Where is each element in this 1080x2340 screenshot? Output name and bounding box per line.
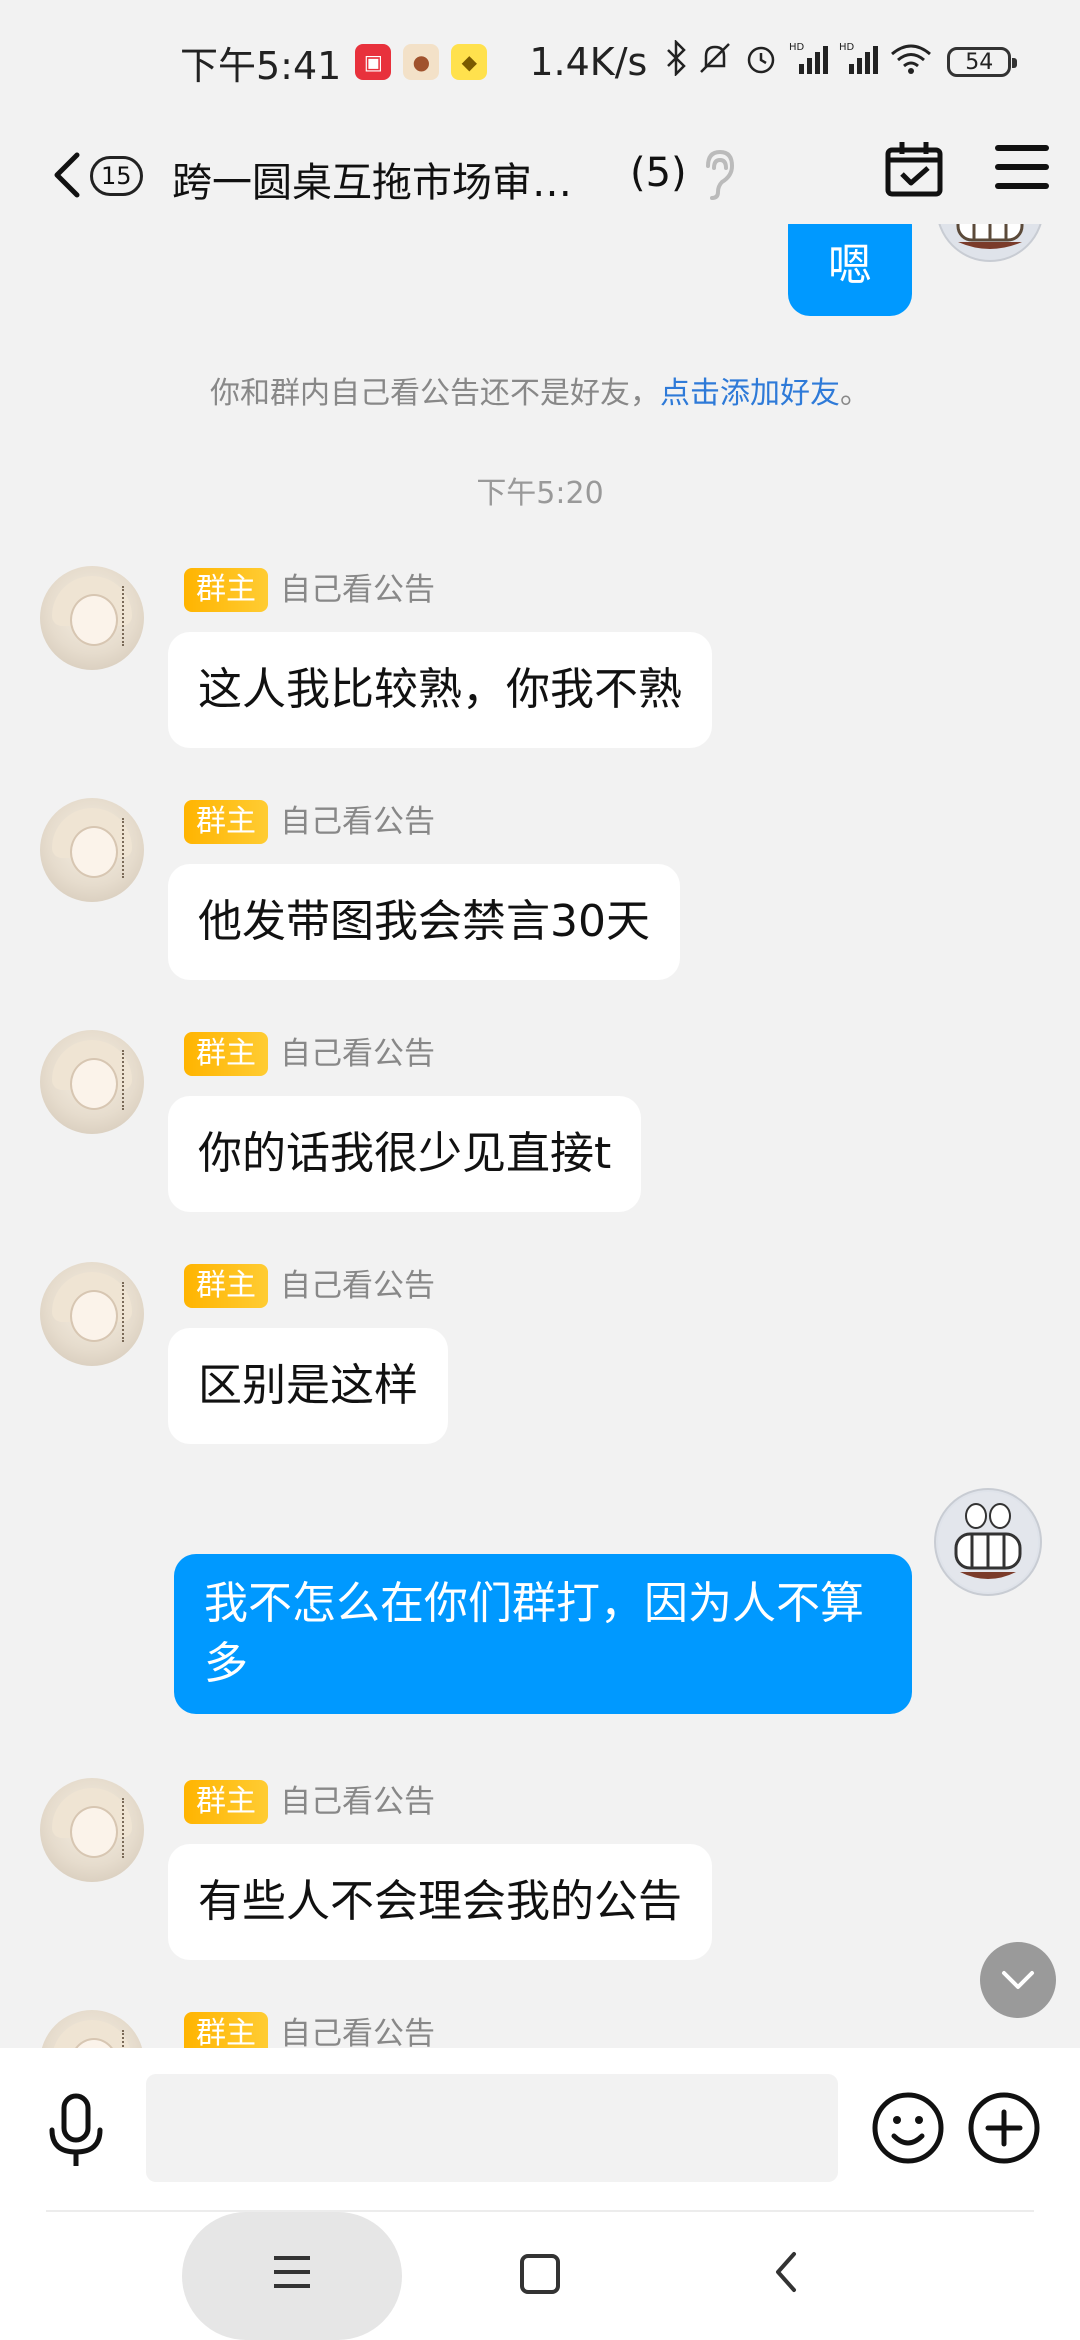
notification-bunny-icon: ◆ [451, 44, 488, 80]
bluetooth-icon [665, 38, 687, 84]
notification-dog-icon: ● [403, 44, 440, 80]
chevron-left-icon [776, 2252, 796, 2292]
group-schedule-button[interactable] [884, 138, 944, 208]
square-icon [520, 2254, 560, 2294]
message-bubble[interactable]: 这人我比较熟，你我不熟 [168, 632, 712, 748]
message-list[interactable]: 嗯 你和群内自己看公告还不是好友，点击添加好友。 下午5:20 群主 自己看公告… [0, 224, 1080, 2048]
sender-avatar[interactable] [40, 2010, 144, 2048]
sender-avatar[interactable] [40, 566, 144, 670]
sender-avatar[interactable] [40, 798, 144, 902]
unread-count-badge[interactable]: 15 [90, 156, 143, 196]
my-avatar[interactable] [934, 1488, 1042, 1596]
battery-indicator: 54 [947, 47, 1018, 77]
doraemon-face-icon [956, 224, 1024, 249]
sender-avatar[interactable] [40, 1778, 144, 1882]
network-speed: 1.4K/s [529, 40, 648, 84]
message-timestamp: 下午5:20 [476, 476, 604, 511]
doraemon-face-icon [938, 1492, 1038, 1592]
sender-name[interactable]: 自己看公告 [280, 1780, 435, 1824]
mute-icon [697, 40, 733, 84]
back-button[interactable] [36, 140, 96, 210]
home-button[interactable] [518, 2252, 562, 2300]
plus-circle-icon [968, 2092, 1040, 2164]
group-owner-tag: 群主 [184, 1032, 268, 1076]
smiley-icon [872, 2092, 944, 2164]
voice-button[interactable] [40, 2092, 112, 2172]
member-count[interactable]: (5) [630, 150, 687, 196]
chat-title[interactable]: 跨一圆桌互拖市场审… [172, 150, 572, 208]
earpiece-mode-icon[interactable] [700, 148, 736, 204]
my-avatar[interactable] [936, 224, 1044, 262]
sender-avatar[interactable] [40, 1030, 144, 1134]
chevron-down-icon [1002, 1971, 1034, 1989]
message-bubble[interactable]: 区别是这样 [168, 1328, 448, 1444]
sender-name[interactable]: 自己看公告 [280, 800, 435, 844]
scroll-to-bottom-button[interactable] [980, 1942, 1056, 2018]
wifi-icon [889, 40, 933, 84]
signal-2-hd-label: HD [839, 42, 855, 53]
sender-name[interactable]: 自己看公告 [280, 1264, 435, 1308]
sender-name[interactable]: 自己看公告 [280, 568, 435, 612]
notification-app-icon: ▣ [355, 44, 392, 80]
friend-hint-suffix: 。 [840, 376, 870, 411]
sender-name[interactable]: 自己看公告 [280, 1032, 435, 1076]
group-owner-tag: 群主 [184, 2012, 268, 2048]
composer-bar [0, 2048, 1080, 2212]
my-message-bubble[interactable]: 嗯 [788, 224, 912, 316]
group-owner-tag: 群主 [184, 800, 268, 844]
calendar-check-icon [885, 142, 943, 197]
friend-hint-note: 你和群内自己看公告还不是好友，点击添加好友。 [0, 368, 1080, 412]
message-bubble[interactable]: 有些人不会理会我的公告 [168, 1844, 712, 1960]
system-navigation-bar [0, 2212, 1080, 2340]
group-owner-tag: 群主 [184, 1264, 268, 1308]
my-message-bubble[interactable]: 我不怎么在你们群打，因为人不算多 [174, 1554, 912, 1714]
message-bubble[interactable]: 他发带图我会禁言30天 [168, 864, 680, 980]
recents-button[interactable] [270, 2250, 314, 2298]
emoji-button[interactable] [870, 2090, 946, 2166]
menu-lines-icon [274, 2256, 310, 2288]
alarm-icon [743, 40, 779, 84]
status-time: 下午5:41 [180, 43, 342, 88]
more-menu-button[interactable] [994, 142, 1050, 202]
signal-1-hd-label: HD [789, 42, 805, 53]
more-actions-button[interactable] [966, 2090, 1042, 2166]
hamburger-icon [995, 145, 1049, 189]
microphone-icon [49, 2093, 103, 2166]
friend-hint-text: 你和群内自己看公告还不是好友， [210, 376, 660, 411]
chat-header: 15 跨一圆桌互拖市场审… (5) [0, 124, 1080, 224]
signal-1-icon: HD [789, 40, 829, 84]
add-friend-link[interactable]: 点击添加好友 [660, 376, 840, 411]
sender-name[interactable]: 自己看公告 [280, 2012, 435, 2048]
signal-2-icon: HD [839, 40, 879, 84]
message-input[interactable] [146, 2074, 838, 2182]
group-owner-tag: 群主 [184, 1780, 268, 1824]
status-bar: 下午5:41 ▣ ● ◆ 1.4K/s HD HD 54 [0, 0, 1080, 124]
message-bubble[interactable]: 你的话我很少见直接t [168, 1096, 642, 1212]
system-back-button[interactable] [770, 2248, 800, 2300]
sender-avatar[interactable] [40, 1262, 144, 1366]
chevron-left-icon [54, 152, 80, 198]
group-owner-tag: 群主 [184, 568, 268, 612]
